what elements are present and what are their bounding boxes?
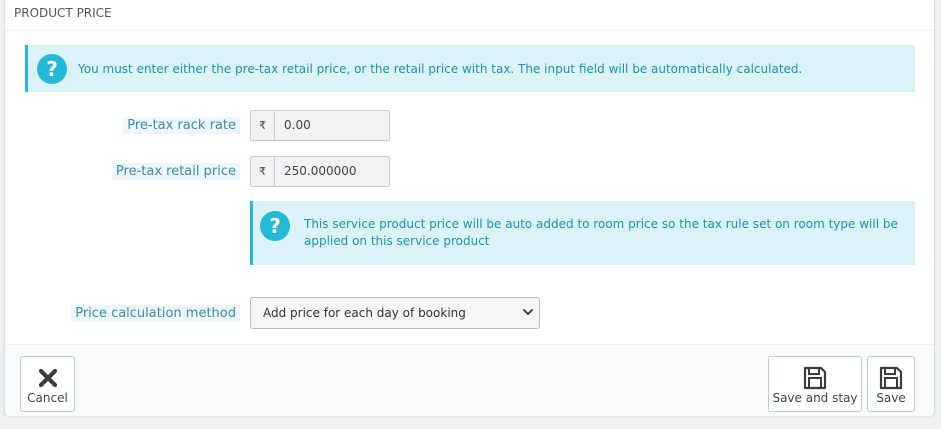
save-label: Save bbox=[876, 391, 906, 405]
close-icon bbox=[38, 368, 57, 388]
info-alert-service-text: This service product price will be auto … bbox=[304, 217, 898, 248]
question-icon: ? bbox=[37, 54, 67, 84]
retail-price-input[interactable]: 250.000000 bbox=[275, 157, 357, 186]
panel-title: PRODUCT PRICE bbox=[14, 6, 112, 20]
currency-addon: ₹ bbox=[251, 157, 275, 186]
save-and-stay-label: Save and stay bbox=[772, 391, 858, 405]
chevron-down-icon bbox=[523, 309, 533, 315]
info-alert-service: ? This service product price will be aut… bbox=[250, 201, 915, 265]
question-icon: ? bbox=[260, 211, 290, 241]
retail-price-input-group[interactable]: ₹ 250.000000 bbox=[250, 156, 390, 187]
currency-addon: ₹ bbox=[251, 111, 275, 140]
price-calculation-value: Add price for each day of booking bbox=[263, 306, 466, 320]
info-alert-text: You must enter either the pre-tax retail… bbox=[78, 62, 803, 76]
panel-footer: Cancel Save and stay Save bbox=[5, 344, 934, 416]
price-calculation-label: Price calculation method bbox=[71, 305, 240, 322]
panel-heading: PRODUCT PRICE bbox=[5, 0, 934, 31]
retail-price-label: Pre-tax retail price bbox=[111, 163, 240, 180]
rack-rate-label: Pre-tax rack rate bbox=[123, 117, 240, 134]
info-alert-price: ? You must enter either the pre-tax reta… bbox=[25, 45, 915, 92]
price-calculation-select[interactable]: Add price for each day of booking bbox=[250, 297, 540, 329]
cancel-label: Cancel bbox=[27, 391, 68, 405]
rack-rate-input[interactable]: 0.00 bbox=[275, 111, 311, 140]
save-and-stay-button[interactable]: Save and stay bbox=[768, 356, 862, 412]
floppy-disk-icon bbox=[879, 366, 903, 390]
product-price-panel: PRODUCT PRICE ? You must enter either th… bbox=[4, 0, 935, 416]
floppy-disk-icon bbox=[803, 366, 827, 390]
cancel-button[interactable]: Cancel bbox=[20, 356, 75, 412]
rack-rate-input-group[interactable]: ₹ 0.00 bbox=[250, 110, 390, 141]
save-button[interactable]: Save bbox=[867, 356, 915, 412]
